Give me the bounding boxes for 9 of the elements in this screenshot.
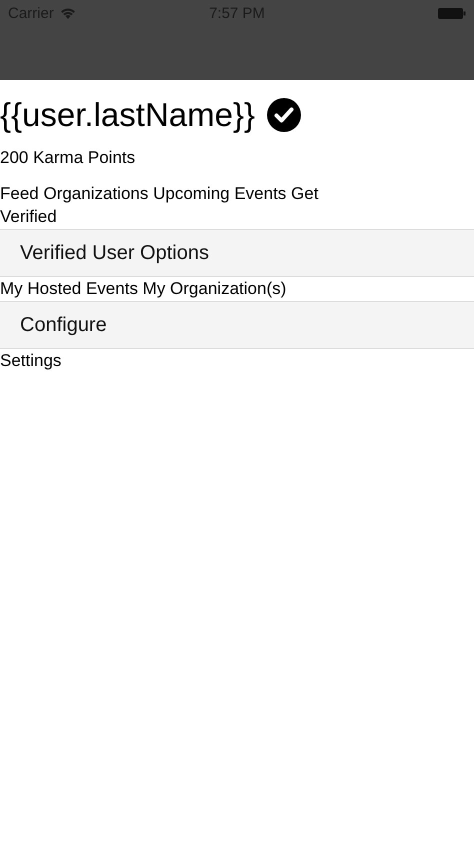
section-links[interactable]: My Hosted Events My Organization(s) xyxy=(0,277,474,300)
wifi-icon xyxy=(60,7,76,19)
karma-points: 200 Karma Points xyxy=(0,148,136,168)
section-links[interactable]: Settings xyxy=(0,349,474,372)
last-name: {{user.lastName}} xyxy=(0,96,256,134)
navigation-links[interactable]: Feed Organizations Upcoming Events Get Verified xyxy=(0,182,360,228)
battery-icon xyxy=(438,8,466,18)
section-header: Verified User Options xyxy=(0,229,474,277)
section-header: Configure xyxy=(0,301,474,349)
